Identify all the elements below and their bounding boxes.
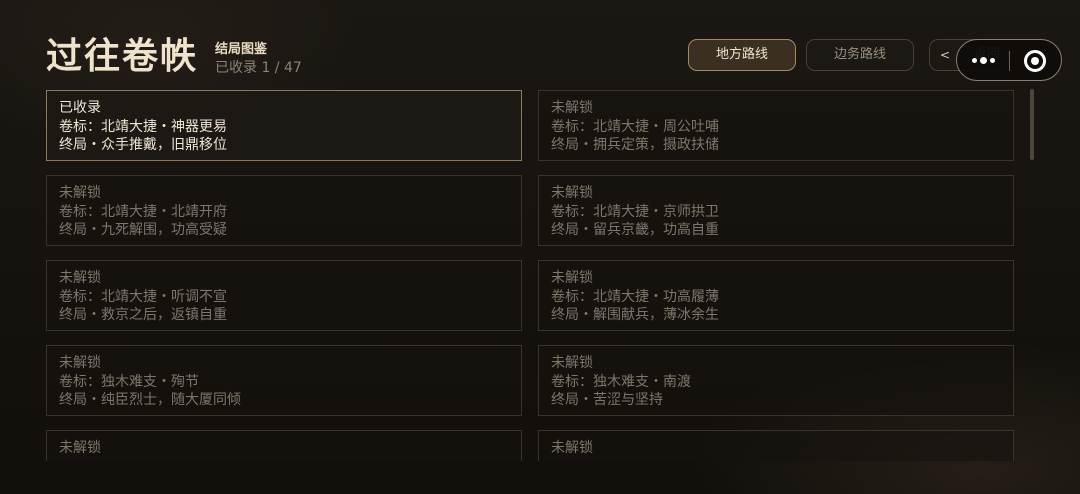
- ending-card[interactable]: 未解锁 卷标：北靖大捷・周公吐哺 终局・拥兵定策，摄政扶储: [538, 90, 1014, 161]
- ending-card[interactable]: 未解锁 卷标：北靖大捷・听调不宣 终局・救京之后，返镇自重: [46, 260, 522, 331]
- ending-description: 终局・救京之后，返镇自重: [59, 307, 227, 323]
- ending-status: 未解锁: [551, 355, 593, 371]
- dot: [980, 57, 987, 64]
- ending-card[interactable]: 未解锁 卷标：北靖大捷・功高履薄 终局・解围献兵，薄冰余生: [538, 260, 1014, 331]
- back-arrow-icon: <: [940, 48, 951, 62]
- ending-card[interactable]: 未解锁 卷标：独木难支・殉节 终局・纯臣烈士，随大厦同倾: [46, 345, 522, 416]
- ending-card[interactable]: 未解锁 卷标：北靖大捷・京师拱卫 终局・留兵京畿，功高自重: [538, 175, 1014, 246]
- ending-description: 终局・九死解围，功高受疑: [59, 222, 227, 238]
- ending-description: 终局・解围献兵，薄冰余生: [551, 307, 719, 323]
- ending-status: 未解锁: [59, 440, 101, 456]
- ending-card[interactable]: 未解锁 卷标：北靖大捷・北靖开府 终局・九死解围，功高受疑: [46, 175, 522, 246]
- ending-status: 未解锁: [551, 100, 593, 116]
- ending-status: 未解锁: [59, 355, 101, 371]
- ending-tag: 卷标：北靖大捷・京师拱卫: [551, 203, 719, 220]
- ending-tag: 卷标：北靖大捷・神器更易: [59, 118, 227, 135]
- ending-description: 终局・留兵京畿，功高自重: [551, 222, 719, 238]
- ending-card[interactable]: 未解锁 卷标：独木难支・南渡 终局・苦涩与坚持: [538, 345, 1014, 416]
- collection-progress: 已收录 1 / 47: [215, 60, 302, 76]
- tab-local-route[interactable]: 地方路线: [688, 39, 796, 71]
- more-dots-icon[interactable]: [972, 57, 996, 65]
- target-circle-icon[interactable]: [1024, 50, 1046, 72]
- ending-card[interactable]: 已收录 卷标：北靖大捷・神器更易 终局・众手推戴，旧鼎移位: [46, 90, 522, 161]
- ending-status: 未解锁: [59, 185, 101, 201]
- ending-status: 未解锁: [59, 270, 101, 286]
- ending-description: 终局・拥兵定策，摄政扶储: [551, 137, 719, 153]
- ending-description: 终局・纯臣烈士，随大厦同倾: [59, 392, 241, 408]
- ending-status: 未解锁: [551, 440, 593, 456]
- tab-border-route[interactable]: 边务路线: [806, 39, 914, 71]
- ending-tag: 卷标：独木难支・殉节: [59, 373, 199, 390]
- mini-program-capsule: [956, 39, 1062, 81]
- ending-tag: 卷标：北靖大捷・周公吐哺: [551, 118, 719, 135]
- ending-card[interactable]: 未解锁: [538, 430, 1014, 461]
- page-subtitle: 结局图鉴: [215, 42, 268, 57]
- endings-list[interactable]: 已收录 卷标：北靖大捷・神器更易 终局・众手推戴，旧鼎移位 未解锁 卷标：北靖大…: [0, 89, 1080, 461]
- dot: [972, 58, 977, 63]
- ending-description: 终局・苦涩与坚持: [551, 392, 663, 408]
- ending-tag: 卷标：独木难支・南渡: [551, 373, 691, 390]
- ending-tag: 卷标：北靖大捷・听调不宣: [59, 288, 227, 305]
- dot: [990, 58, 995, 63]
- ending-status: 未解锁: [551, 270, 593, 286]
- ending-tag: 卷标：北靖大捷・北靖开府: [59, 203, 227, 220]
- list-scrollbar[interactable]: [1030, 89, 1034, 160]
- page-title: 过往卷帙: [46, 35, 199, 77]
- ending-card[interactable]: 未解锁: [46, 430, 522, 461]
- endings-gallery-screen: 过往卷帙 结局图鉴 已收录 1 / 47 地方路线 边务路线 < 返回 已收录 …: [0, 0, 1080, 494]
- ending-status: 未解锁: [551, 185, 593, 201]
- ending-description: 终局・众手推戴，旧鼎移位: [59, 137, 227, 153]
- capsule-divider: [1009, 51, 1010, 71]
- ending-tag: 卷标：北靖大捷・功高履薄: [551, 288, 719, 305]
- ending-status: 已收录: [59, 100, 101, 116]
